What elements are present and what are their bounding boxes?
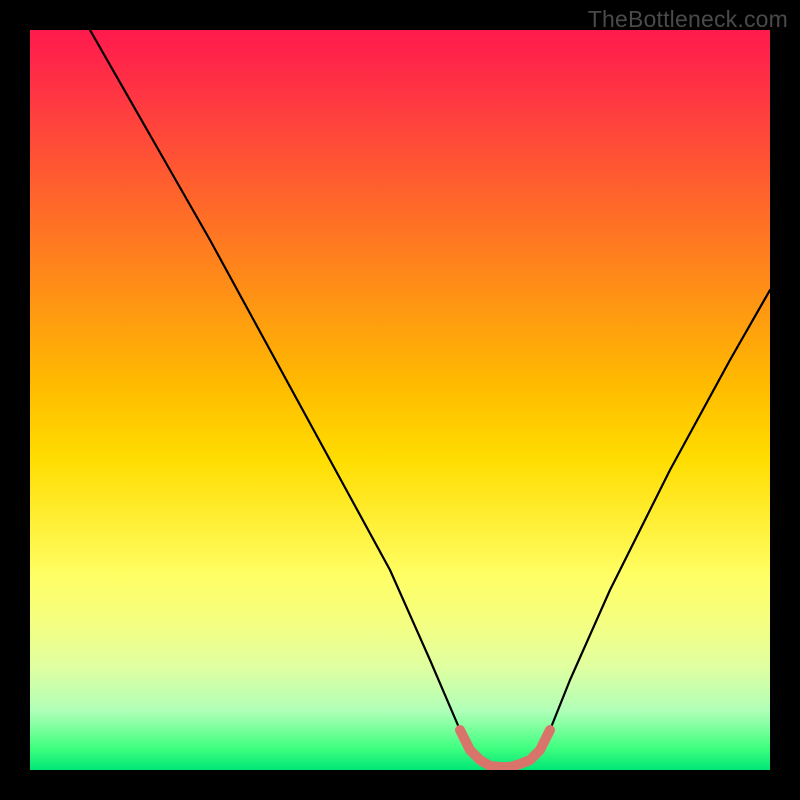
watermark-text: TheBottleneck.com	[588, 6, 788, 33]
chart-frame: TheBottleneck.com	[0, 0, 800, 800]
curve-svg	[30, 30, 770, 770]
bottleneck-curve	[90, 30, 770, 766]
plot-area	[30, 30, 770, 770]
valley-highlight	[460, 730, 550, 767]
